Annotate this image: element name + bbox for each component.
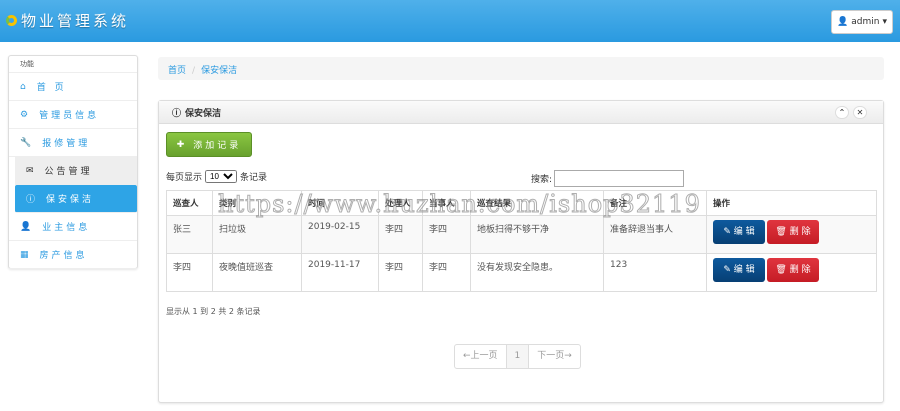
col-remark[interactable]: 备注 xyxy=(603,190,707,216)
edit-label: 编 辑 xyxy=(733,265,755,275)
sidebar-item-label: 房产信息 xyxy=(39,251,88,261)
sidebar-item-label: 公告管理 xyxy=(44,167,93,177)
col-inspector[interactable]: 巡查人 xyxy=(166,190,213,216)
top-navbar: 物业管理系统 👤 admin ▾ xyxy=(0,0,900,42)
col-party[interactable]: 当事人 xyxy=(422,190,471,216)
info-icon: ⓘ xyxy=(26,195,39,205)
user-icon: 👤 xyxy=(20,221,35,232)
edit-label: 编 辑 xyxy=(733,227,755,237)
page-length: 每页显示 10 条记录 xyxy=(166,170,267,183)
cell: 李四 xyxy=(422,215,471,254)
cell: 地板扫得不够干净 xyxy=(470,215,604,254)
delete-label: 删 除 xyxy=(789,227,811,237)
cell: 李四 xyxy=(378,253,423,292)
cell: 李四 xyxy=(422,253,471,292)
pagination: ←上一页 1 下一页→ xyxy=(454,344,581,369)
cell: 2019-11-17 xyxy=(301,253,379,292)
cell: 123 xyxy=(603,253,707,292)
col-actions: 操作 xyxy=(706,190,877,216)
next-page-button[interactable]: 下一页→ xyxy=(529,345,580,368)
cell: 张三 xyxy=(166,215,213,254)
records-table: 巡查人 类别 时间 处理人 当事人 巡查结果 备注 操作 张三 扫垃圾 2019-0… xyxy=(166,190,877,292)
cell: 夜晚值班巡查 xyxy=(212,253,302,292)
panel-title: 保安保洁 xyxy=(185,108,222,119)
sidebar-item-home[interactable]: ⌂ 首 页 xyxy=(9,73,137,101)
app-logo: 物业管理系统 xyxy=(6,10,129,31)
cell: 准备辞退当事人 xyxy=(603,215,707,254)
envelope-icon: ✉ xyxy=(26,165,37,176)
prev-page-button[interactable]: ←上一页 xyxy=(455,345,507,368)
table-row: 张三 扫垃圾 2019-02-15 李四 李四 地板扫得不够干净 准备辞退当事人 ✎ 编 辑… xyxy=(166,215,877,254)
sidebar-item-notice[interactable]: ✉ 公告管理 xyxy=(15,157,137,185)
sidebar-item-admin-info[interactable]: ⚙ 管理员信息 xyxy=(9,101,137,129)
calendar-icon: ▦ xyxy=(20,249,32,260)
search: 搜索: xyxy=(531,170,685,187)
col-result[interactable]: 巡查结果 xyxy=(470,190,604,216)
page-1-button[interactable]: 1 xyxy=(506,345,530,368)
cell: 2019-02-15 xyxy=(301,215,379,254)
delete-button[interactable]: 🗑 删 除 xyxy=(767,258,819,282)
col-time[interactable]: 时间 xyxy=(301,190,379,216)
sidebar-item-label: 报修管理 xyxy=(42,139,91,149)
length-prefix: 每页显示 xyxy=(166,173,203,183)
search-label: 搜索: xyxy=(531,175,553,185)
actions-cell: ✎ 编 辑 🗑 删 除 xyxy=(706,253,877,292)
edit-button[interactable]: ✎ 编 辑 xyxy=(713,220,765,244)
info-icon: ⓘ xyxy=(172,108,182,119)
sidebar-item-owner[interactable]: 👤 业主信息 xyxy=(9,213,137,241)
sidebar-item-label: 保安保洁 xyxy=(46,195,95,205)
logo-icon xyxy=(6,15,17,26)
add-record-label: 添加记录 xyxy=(193,141,242,151)
collapse-icon[interactable]: ⌃ xyxy=(835,106,849,119)
user-icon: 👤 xyxy=(837,17,849,27)
sidebar-item-label: 业主信息 xyxy=(42,223,91,233)
app-title: 物业管理系统 xyxy=(21,12,130,30)
gear-icon: ⚙ xyxy=(20,109,32,120)
table-row: 李四 夜晚值班巡查 2019-11-17 李四 李四 没有发现安全隐患。 123 ✎ 编 辑… xyxy=(166,253,877,292)
cell: 李四 xyxy=(378,215,423,254)
edit-button[interactable]: ✎ 编 辑 xyxy=(713,258,765,282)
sidebar: 功能 ⌂ 首 页 ⚙ 管理员信息 🔧 报修管理 ✉ 公告管理 ⓘ 保安保洁 👤 业主信息 ▦… xyxy=(8,55,138,269)
actions-cell: ✎ 编 辑 🗑 删 除 xyxy=(706,215,877,254)
breadcrumb: 首页 / 保安保洁 xyxy=(158,57,884,80)
breadcrumb-home[interactable]: 首页 xyxy=(168,66,186,76)
plus-icon: ✚ xyxy=(176,139,188,150)
sidebar-item-property[interactable]: ▦ 房产信息 xyxy=(9,241,137,269)
username: admin xyxy=(851,17,880,27)
panel-header: ⓘ 保安保洁 xyxy=(159,101,883,124)
sidebar-item-label: 首 页 xyxy=(36,83,67,93)
col-category[interactable]: 类别 xyxy=(212,190,302,216)
add-record-button[interactable]: ✚ 添加记录 xyxy=(166,132,252,157)
cell: 扫垃圾 xyxy=(212,215,302,254)
cell: 没有发现安全隐患。 xyxy=(470,253,604,292)
table-info: 显示从 1 到 2 共 2 条记录 xyxy=(166,307,261,316)
caret-down-icon: ▾ xyxy=(882,17,887,27)
sidebar-item-repair[interactable]: 🔧 报修管理 xyxy=(9,129,137,157)
breadcrumb-current: 保安保洁 xyxy=(201,66,238,76)
cell: 李四 xyxy=(166,253,213,292)
length-suffix: 条记录 xyxy=(240,173,268,183)
user-menu-button[interactable]: 👤 admin ▾ xyxy=(831,10,893,34)
search-input[interactable] xyxy=(554,170,685,187)
sidebar-title: 功能 xyxy=(9,56,137,73)
sidebar-item-security[interactable]: ⓘ 保安保洁 xyxy=(15,185,137,213)
delete-label: 删 除 xyxy=(789,265,811,275)
wrench-icon: 🔧 xyxy=(20,137,35,148)
delete-button[interactable]: 🗑 删 除 xyxy=(767,220,819,244)
close-icon[interactable]: ✕ xyxy=(853,106,867,119)
home-icon: ⌂ xyxy=(20,81,29,92)
page-length-select[interactable]: 10 xyxy=(205,170,238,183)
col-handler[interactable]: 处理人 xyxy=(378,190,423,216)
sidebar-item-label: 管理员信息 xyxy=(39,111,100,121)
security-panel: ⓘ 保安保洁 ⌃ ✕ ✚ 添加记录 每页显示 10 条记录 搜索: 巡查人 类别 时间 … xyxy=(158,100,884,403)
